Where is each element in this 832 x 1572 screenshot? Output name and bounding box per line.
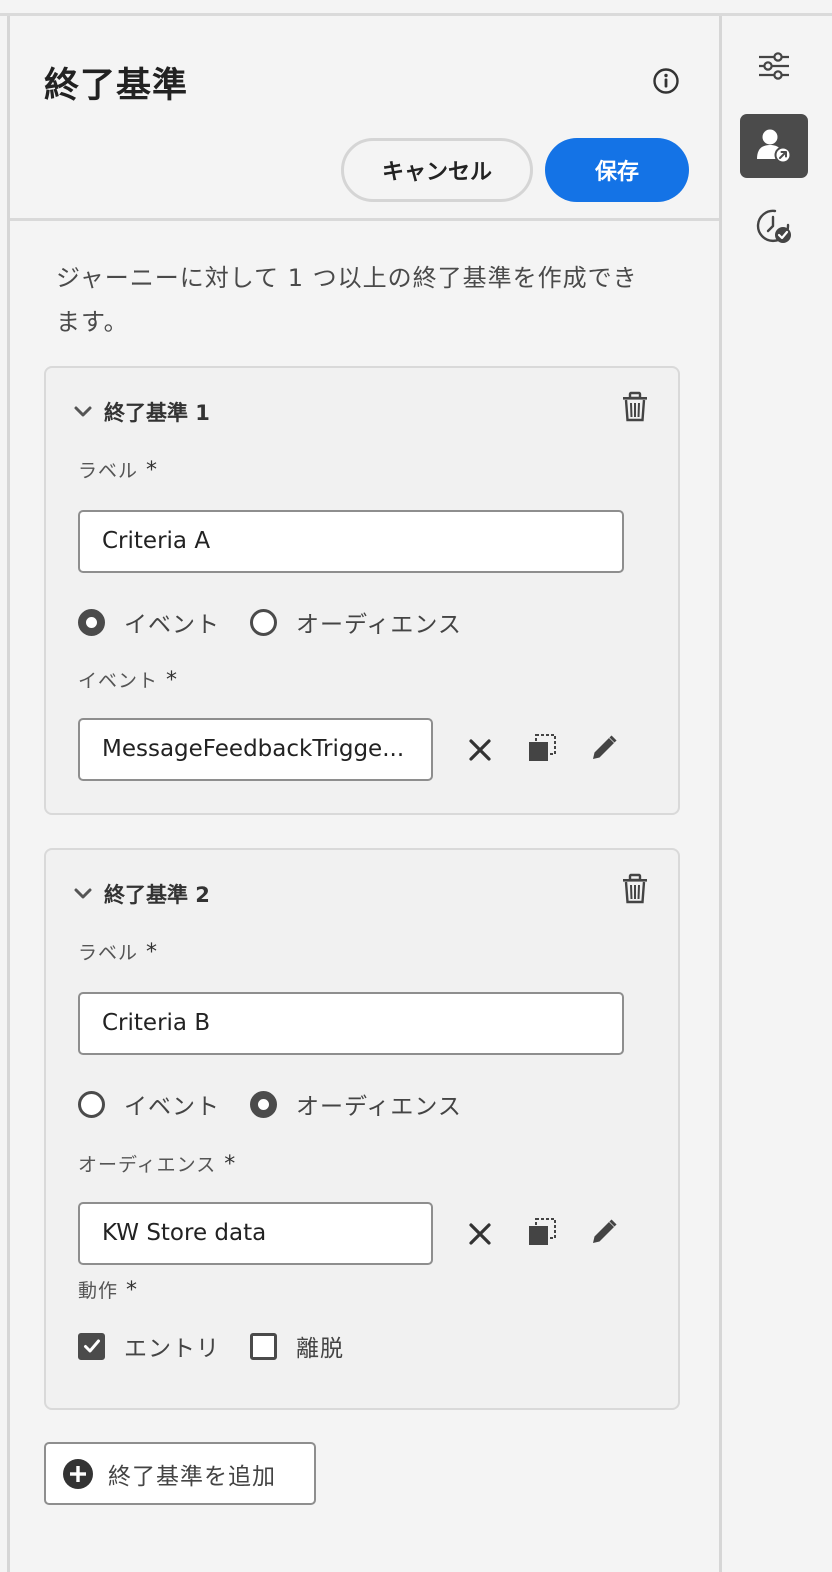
add-exit-criteria-button[interactable]: 終了基準を追加 xyxy=(44,1442,316,1505)
radio-unselected[interactable] xyxy=(250,608,277,636)
required-mark: * xyxy=(126,1278,139,1303)
radio-selected[interactable] xyxy=(78,608,105,636)
trash-icon xyxy=(623,873,647,903)
checkbox-unchecked[interactable] xyxy=(250,1332,277,1360)
pencil-icon xyxy=(593,1219,617,1243)
info-button[interactable] xyxy=(650,66,682,98)
checkbox-checked[interactable] xyxy=(78,1332,105,1360)
criteria-2-behavior-caption: 動作 * xyxy=(78,1278,139,1303)
top-bar xyxy=(0,0,832,16)
chevron-down-icon xyxy=(74,888,92,899)
criteria-2-label-caption: ラベル * xyxy=(78,940,159,965)
criteria-1-copy-button[interactable] xyxy=(522,728,562,768)
criteria-1-header[interactable]: 終了基準 1 xyxy=(72,394,210,430)
criteria-1-event-caption: イベント * xyxy=(78,668,179,693)
required-mark: * xyxy=(146,940,159,965)
criteria-2-behavior-options: エントリ 離脱 xyxy=(78,1330,374,1362)
delete-criteria-1-button[interactable] xyxy=(618,390,652,426)
required-mark: * xyxy=(166,668,179,693)
user-exit-icon xyxy=(757,129,792,164)
criteria-1-title: 終了基準 1 xyxy=(104,401,210,425)
criteria-2-copy-button[interactable] xyxy=(522,1212,562,1252)
close-icon xyxy=(469,739,491,761)
clock-check-icon xyxy=(756,209,791,243)
plus-circle-icon xyxy=(63,1458,93,1489)
copy-icon xyxy=(529,734,556,761)
exit-criteria-rail-button[interactable] xyxy=(740,114,808,178)
criteria-2-option-audience[interactable]: オーディエンス xyxy=(250,1087,462,1121)
criteria-2-audience-caption: オーディエンス * xyxy=(78,1152,237,1177)
close-icon xyxy=(469,1223,491,1245)
criteria-2-label-input[interactable]: Criteria B xyxy=(78,992,624,1055)
criteria-2-option-event[interactable]: イベント xyxy=(78,1087,220,1121)
criteria-1-clear-button[interactable] xyxy=(460,730,500,770)
criteria-2-audience-input[interactable]: KW Store data xyxy=(78,1202,433,1265)
exit-criteria-card-1: 終了基準 1 ラベル * Criteria A イベント オーディエンス イベン… xyxy=(44,366,680,815)
panel-title: 終了基準 xyxy=(44,66,189,106)
right-icon-rail xyxy=(725,16,832,1572)
required-mark: * xyxy=(146,458,159,483)
info-icon xyxy=(653,67,679,94)
criteria-2-header[interactable]: 終了基準 2 xyxy=(72,876,210,912)
properties-rail-button[interactable] xyxy=(740,34,808,98)
panel-header: 終了基準 キャンセル 保存 xyxy=(10,16,719,221)
panel-description: ジャーニーに対して 1 つ以上の終了基準を作成できます。 xyxy=(56,264,638,336)
criteria-1-label-caption: ラベル * xyxy=(78,458,159,483)
criteria-1-label-input[interactable]: Criteria A xyxy=(78,510,624,573)
left-edge xyxy=(0,16,10,1572)
criteria-1-option-audience[interactable]: オーディエンス xyxy=(250,605,462,639)
chevron-down-icon xyxy=(74,406,92,417)
copy-icon xyxy=(529,1218,556,1245)
save-button[interactable]: 保存 xyxy=(545,138,689,202)
criteria-2-edit-button[interactable] xyxy=(584,1212,624,1252)
cancel-button[interactable]: キャンセル xyxy=(341,138,533,202)
pencil-icon xyxy=(593,735,617,759)
radio-unselected[interactable] xyxy=(78,1090,105,1118)
timeout-rail-button[interactable] xyxy=(740,194,808,258)
checkmark-icon xyxy=(83,1339,100,1353)
behavior-option-exit[interactable]: 離脱 xyxy=(250,1329,344,1363)
criteria-1-event-input[interactable]: MessageFeedbackTrigge... xyxy=(78,718,433,781)
criteria-2-title: 終了基準 2 xyxy=(104,883,210,907)
delete-criteria-2-button[interactable] xyxy=(618,872,652,908)
required-mark: * xyxy=(224,1152,237,1177)
trash-icon xyxy=(623,391,647,421)
exit-criteria-card-2: 終了基準 2 ラベル * Criteria B イベント オーディエンス オーデ… xyxy=(44,848,680,1410)
sliders-icon xyxy=(759,52,789,80)
radio-selected[interactable] xyxy=(250,1090,277,1118)
criteria-2-type-options: イベント オーディエンス xyxy=(78,1088,492,1120)
criteria-1-type-options: イベント オーディエンス xyxy=(78,606,492,638)
criteria-2-clear-button[interactable] xyxy=(460,1214,500,1254)
criteria-1-edit-button[interactable] xyxy=(584,728,624,768)
criteria-1-option-event[interactable]: イベント xyxy=(78,605,220,639)
behavior-option-entry[interactable]: エントリ xyxy=(78,1329,220,1363)
exit-criteria-panel: 終了基準 キャンセル 保存 ジャーニーに対して 1 つ以上の終了基準を作成できま… xyxy=(10,16,722,1572)
